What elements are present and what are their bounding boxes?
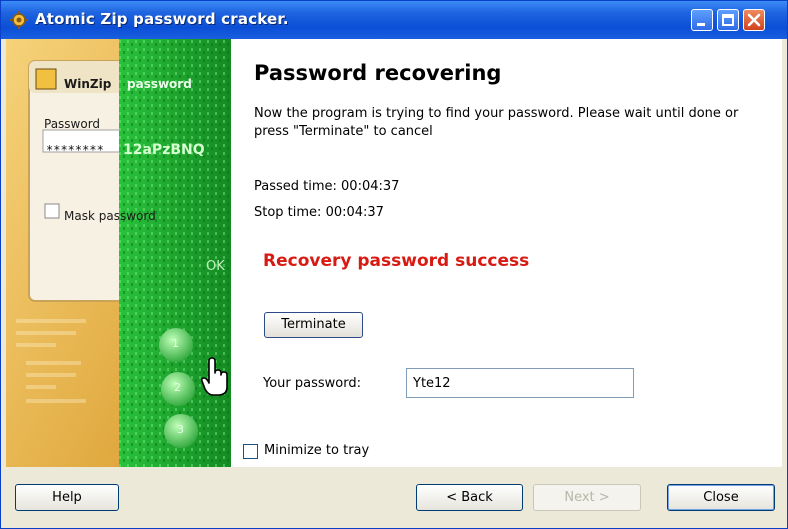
wizard-content: WinZip Password ******** password 12aPzB… bbox=[6, 39, 782, 467]
close-icon bbox=[747, 13, 761, 27]
step-number-2: 2 bbox=[174, 381, 181, 394]
maximize-button[interactable] bbox=[717, 9, 739, 31]
status-message: Recovery password success bbox=[263, 251, 530, 271]
gear-icon bbox=[10, 11, 28, 29]
password-label: Your password: bbox=[263, 376, 361, 391]
minimize-icon bbox=[697, 23, 705, 26]
stop-time: Stop time: 00:04:37 bbox=[254, 205, 384, 220]
back-button[interactable]: < Back bbox=[416, 484, 523, 511]
close-button[interactable]: Close bbox=[667, 484, 775, 511]
minimize-button[interactable] bbox=[691, 9, 713, 31]
maximize-icon bbox=[722, 14, 734, 26]
app-window: Atomic Zip password cracker. WinZip Pass… bbox=[0, 0, 788, 529]
minimize-checkbox[interactable] bbox=[243, 444, 258, 459]
terminate-button[interactable]: Terminate bbox=[264, 312, 363, 338]
password-field[interactable] bbox=[406, 368, 634, 398]
winzip-mask-label: Mask password bbox=[64, 209, 156, 223]
side-illustration-graphic bbox=[6, 39, 231, 467]
winzip-ok-label: OK bbox=[206, 259, 225, 274]
side-illustration: WinZip Password ******** password 12aPzB… bbox=[6, 39, 231, 467]
winzip-title: WinZip bbox=[64, 77, 112, 91]
winzip-masked-value: ******** bbox=[46, 143, 104, 157]
hand-cursor-icon bbox=[200, 357, 228, 396]
minimize-label: Minimize to tray bbox=[264, 443, 370, 458]
step-number-3: 3 bbox=[177, 423, 184, 436]
cracked-password-fragment: 12aPzBNQ bbox=[123, 142, 205, 158]
passed-time: Passed time: 00:04:37 bbox=[254, 179, 400, 194]
step-number-1: 1 bbox=[172, 337, 179, 350]
help-button[interactable]: Help bbox=[15, 484, 119, 511]
page-title: Password recovering bbox=[254, 61, 502, 85]
window-title: Atomic Zip password cracker. bbox=[35, 10, 289, 28]
overlay-password-label: password bbox=[127, 77, 192, 91]
title-bar[interactable]: Atomic Zip password cracker. bbox=[1, 1, 787, 39]
close-window-button[interactable] bbox=[743, 9, 765, 31]
page-description: Now the program is trying to find your p… bbox=[254, 106, 739, 139]
next-button[interactable]: Next > bbox=[533, 484, 641, 511]
winzip-password-label: Password bbox=[44, 117, 101, 131]
